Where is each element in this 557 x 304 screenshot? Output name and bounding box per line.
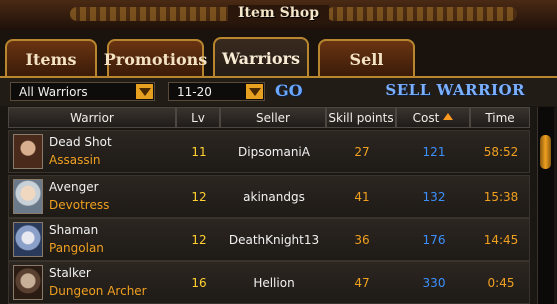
skill-points: 41 — [354, 189, 370, 204]
warrior-class: Devotress — [49, 198, 110, 212]
column-header-warrior-label: Warrior — [70, 110, 114, 125]
warrior-name: Stalker — [49, 266, 91, 280]
table-row[interactable]: Dead Shot Assassin 11 DipsomaniA 27 121 … — [8, 130, 530, 173]
column-header-seller-label: Seller — [256, 110, 290, 125]
cost-value: 121 — [422, 144, 446, 159]
warrior-portrait — [13, 265, 43, 300]
tab-warriors[interactable]: Warriors — [213, 37, 309, 78]
warrior-list: Dead Shot Assassin 11 DipsomaniA 27 121 … — [8, 130, 530, 304]
scrollbar-thumb[interactable] — [540, 135, 551, 169]
column-header-warrior[interactable]: Warrior — [8, 107, 176, 128]
tab-promotions[interactable]: Promotions — [104, 39, 207, 77]
warrior-class: Pangolan — [49, 241, 104, 255]
tab-bar: Items Promotions Warriors Sell — [0, 30, 557, 78]
column-header-cost-label: Cost — [412, 110, 440, 125]
warrior-name: Shaman — [49, 223, 99, 237]
time-remaining: 0:45 — [487, 275, 515, 290]
column-header-cost[interactable]: Cost — [396, 107, 470, 128]
warrior-portrait — [13, 134, 43, 169]
go-button[interactable]: GO — [275, 81, 303, 100]
table-header: Warrior Lv Seller Skill points Cost Time — [8, 107, 530, 128]
column-header-time[interactable]: Time — [470, 107, 530, 128]
time-remaining: 14:45 — [483, 232, 519, 247]
window-title: Item Shop — [0, 5, 557, 21]
time-remaining: 58:52 — [483, 144, 519, 159]
warrior-name: Dead Shot — [49, 135, 112, 149]
cost-value: 330 — [422, 275, 446, 290]
item-shop-window: Item Shop Items Promotions Warriors Sell… — [0, 0, 557, 304]
level-range-select-value: 11-20 — [177, 84, 212, 99]
tab-sell[interactable]: Sell — [318, 39, 415, 77]
filter-bar: All Warriors 11-20 GO SELL WARRIOR — [0, 78, 557, 106]
column-header-skill-points[interactable]: Skill points — [326, 107, 396, 128]
dropdown-arrow-icon[interactable] — [136, 84, 153, 99]
title-bar: Item Shop — [0, 0, 557, 31]
scrollbar-track[interactable] — [537, 107, 554, 304]
warrior-type-select[interactable]: All Warriors — [10, 82, 155, 101]
cost-value: 132 — [422, 189, 446, 204]
column-header-lv[interactable]: Lv — [176, 107, 220, 128]
skill-points: 36 — [354, 232, 370, 247]
dropdown-arrow-icon[interactable] — [246, 84, 263, 99]
warrior-level: 12 — [191, 189, 207, 204]
warrior-name: Avenger — [49, 180, 99, 194]
column-header-lv-label: Lv — [191, 110, 205, 125]
cost-value: 176 — [422, 232, 446, 247]
skill-points: 27 — [354, 144, 370, 159]
warrior-class: Assassin — [49, 153, 101, 167]
warrior-level: 12 — [191, 232, 207, 247]
table-row[interactable]: Shaman Pangolan 12 DeathKnight13 36 176 … — [8, 218, 530, 261]
sort-up-arrow-icon — [443, 113, 454, 120]
warrior-level: 11 — [191, 144, 207, 159]
table-row[interactable]: Avenger Devotress 12 akinandgs 41 132 15… — [8, 175, 530, 218]
seller-name: Hellion — [253, 275, 295, 290]
column-header-skill-label: Skill points — [328, 110, 394, 125]
skill-points: 47 — [354, 275, 370, 290]
level-range-select[interactable]: 11-20 — [168, 82, 265, 101]
table-row[interactable]: Stalker Dungeon Archer 16 Hellion 47 330… — [8, 261, 530, 304]
warrior-portrait — [13, 179, 43, 214]
warrior-type-select-value: All Warriors — [19, 84, 88, 99]
sell-warrior-button[interactable]: SELL WARRIOR — [385, 81, 525, 99]
seller-name: akinandgs — [243, 189, 305, 204]
column-header-seller[interactable]: Seller — [220, 107, 326, 128]
warrior-level: 16 — [191, 275, 207, 290]
time-remaining: 15:38 — [483, 189, 519, 204]
warrior-class: Dungeon Archer — [49, 284, 147, 298]
seller-name: DeathKnight13 — [228, 232, 320, 247]
column-header-time-label: Time — [485, 110, 515, 125]
warrior-portrait — [13, 222, 43, 257]
tab-items[interactable]: Items — [5, 39, 97, 77]
seller-name: DipsomaniA — [238, 144, 310, 159]
